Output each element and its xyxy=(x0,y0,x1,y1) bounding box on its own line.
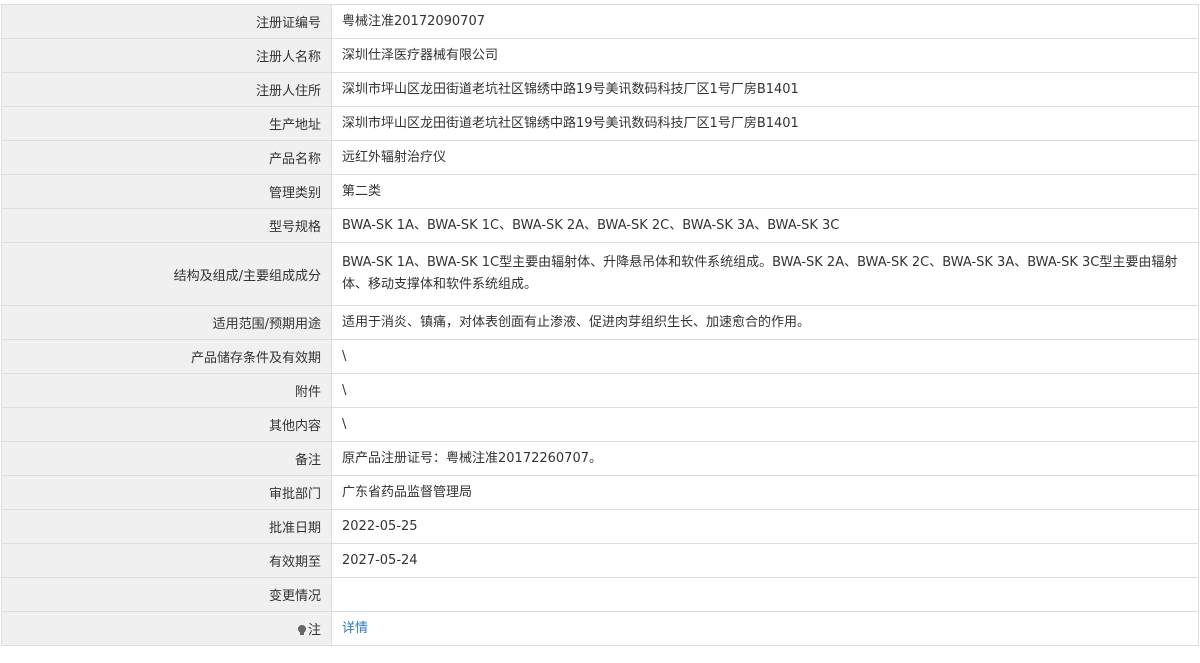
row-approval-department: 审批部门 广东省药品监督管理局 xyxy=(1,475,1199,510)
note-value-cell: 详情 xyxy=(331,611,1199,646)
registration-detail-table: 注册证编号 粤械注准20172090707 注册人名称 深圳仕泽医疗器械有限公司… xyxy=(1,4,1199,646)
row-value: 深圳市坪山区龙田街道老坑社区锦绣中路19号美讯数码科技厂区1号厂房B1401 xyxy=(331,72,1199,107)
row-label: 审批部门 xyxy=(1,475,332,510)
row-value: 粤械注准20172090707 xyxy=(331,4,1199,39)
row-note: 注 详情 xyxy=(1,611,1199,646)
row-value: \ xyxy=(331,339,1199,374)
row-value: 适用于消炎、镇痛，对体表创面有止渗液、促进肉芽组织生长、加速愈合的作用。 xyxy=(331,305,1199,340)
row-storage-validity: 产品储存条件及有效期 \ xyxy=(1,339,1199,374)
row-label: 注册人住所 xyxy=(1,72,332,107)
row-value: 2022-05-25 xyxy=(331,509,1199,544)
row-value xyxy=(331,577,1199,612)
row-label: 结构及组成/主要组成成分 xyxy=(1,242,332,306)
row-label: 注册证编号 xyxy=(1,4,332,39)
row-label: 注册人名称 xyxy=(1,38,332,73)
row-approval-date: 批准日期 2022-05-25 xyxy=(1,509,1199,544)
row-registrant-address: 注册人住所 深圳市坪山区龙田街道老坑社区锦绣中路19号美讯数码科技厂区1号厂房B… xyxy=(1,72,1199,107)
row-intended-use: 适用范围/预期用途 适用于消炎、镇痛，对体表创面有止渗液、促进肉芽组织生长、加速… xyxy=(1,305,1199,340)
row-value: 远红外辐射治疗仪 xyxy=(331,140,1199,175)
row-other-content: 其他内容 \ xyxy=(1,407,1199,442)
row-value: 深圳仕泽医疗器械有限公司 xyxy=(331,38,1199,73)
row-value: 广东省药品监督管理局 xyxy=(331,475,1199,510)
row-model-spec: 型号规格 BWA-SK 1A、BWA-SK 1C、BWA-SK 2A、BWA-S… xyxy=(1,208,1199,243)
row-label: 变更情况 xyxy=(1,577,332,612)
note-label: 注 xyxy=(307,623,321,638)
row-label: 产品名称 xyxy=(1,140,332,175)
row-label: 其他内容 xyxy=(1,407,332,442)
row-change-status: 变更情况 xyxy=(1,577,1199,612)
row-value: \ xyxy=(331,373,1199,408)
row-label: 有效期至 xyxy=(1,543,332,578)
row-value: 2027-05-24 xyxy=(331,543,1199,578)
row-management-category: 管理类别 第二类 xyxy=(1,174,1199,209)
row-remarks: 备注 原产品注册证号：粤械注准20172260707。 xyxy=(1,441,1199,476)
row-label: 型号规格 xyxy=(1,208,332,243)
row-label: 管理类别 xyxy=(1,174,332,209)
row-label: 适用范围/预期用途 xyxy=(1,305,332,340)
row-registration-number: 注册证编号 粤械注准20172090707 xyxy=(1,4,1199,39)
lightbulb-icon xyxy=(297,625,306,635)
row-label: 产品储存条件及有效期 xyxy=(1,339,332,374)
row-registrant-name: 注册人名称 深圳仕泽医疗器械有限公司 xyxy=(1,38,1199,73)
row-value: 原产品注册证号：粤械注准20172260707。 xyxy=(331,441,1199,476)
row-attachment: 附件 \ xyxy=(1,373,1199,408)
row-value: 深圳市坪山区龙田街道老坑社区锦绣中路19号美讯数码科技厂区1号厂房B1401 xyxy=(331,106,1199,141)
row-product-name: 产品名称 远红外辐射治疗仪 xyxy=(1,140,1199,175)
row-production-address: 生产地址 深圳市坪山区龙田街道老坑社区锦绣中路19号美讯数码科技厂区1号厂房B1… xyxy=(1,106,1199,141)
row-valid-until: 有效期至 2027-05-24 xyxy=(1,543,1199,578)
row-value: BWA-SK 1A、BWA-SK 1C型主要由辐射体、升降悬吊体和软件系统组成。… xyxy=(331,242,1199,306)
row-structure-composition: 结构及组成/主要组成成分 BWA-SK 1A、BWA-SK 1C型主要由辐射体、… xyxy=(1,242,1199,306)
row-label: 附件 xyxy=(1,373,332,408)
row-value: BWA-SK 1A、BWA-SK 1C、BWA-SK 2A、BWA-SK 2C、… xyxy=(331,208,1199,243)
row-value: 第二类 xyxy=(331,174,1199,209)
row-label: 生产地址 xyxy=(1,106,332,141)
row-label: 备注 xyxy=(1,441,332,476)
note-label-cell: 注 xyxy=(1,611,332,646)
row-value: \ xyxy=(331,407,1199,442)
details-link[interactable]: 详情 xyxy=(342,621,368,636)
row-label: 批准日期 xyxy=(1,509,332,544)
